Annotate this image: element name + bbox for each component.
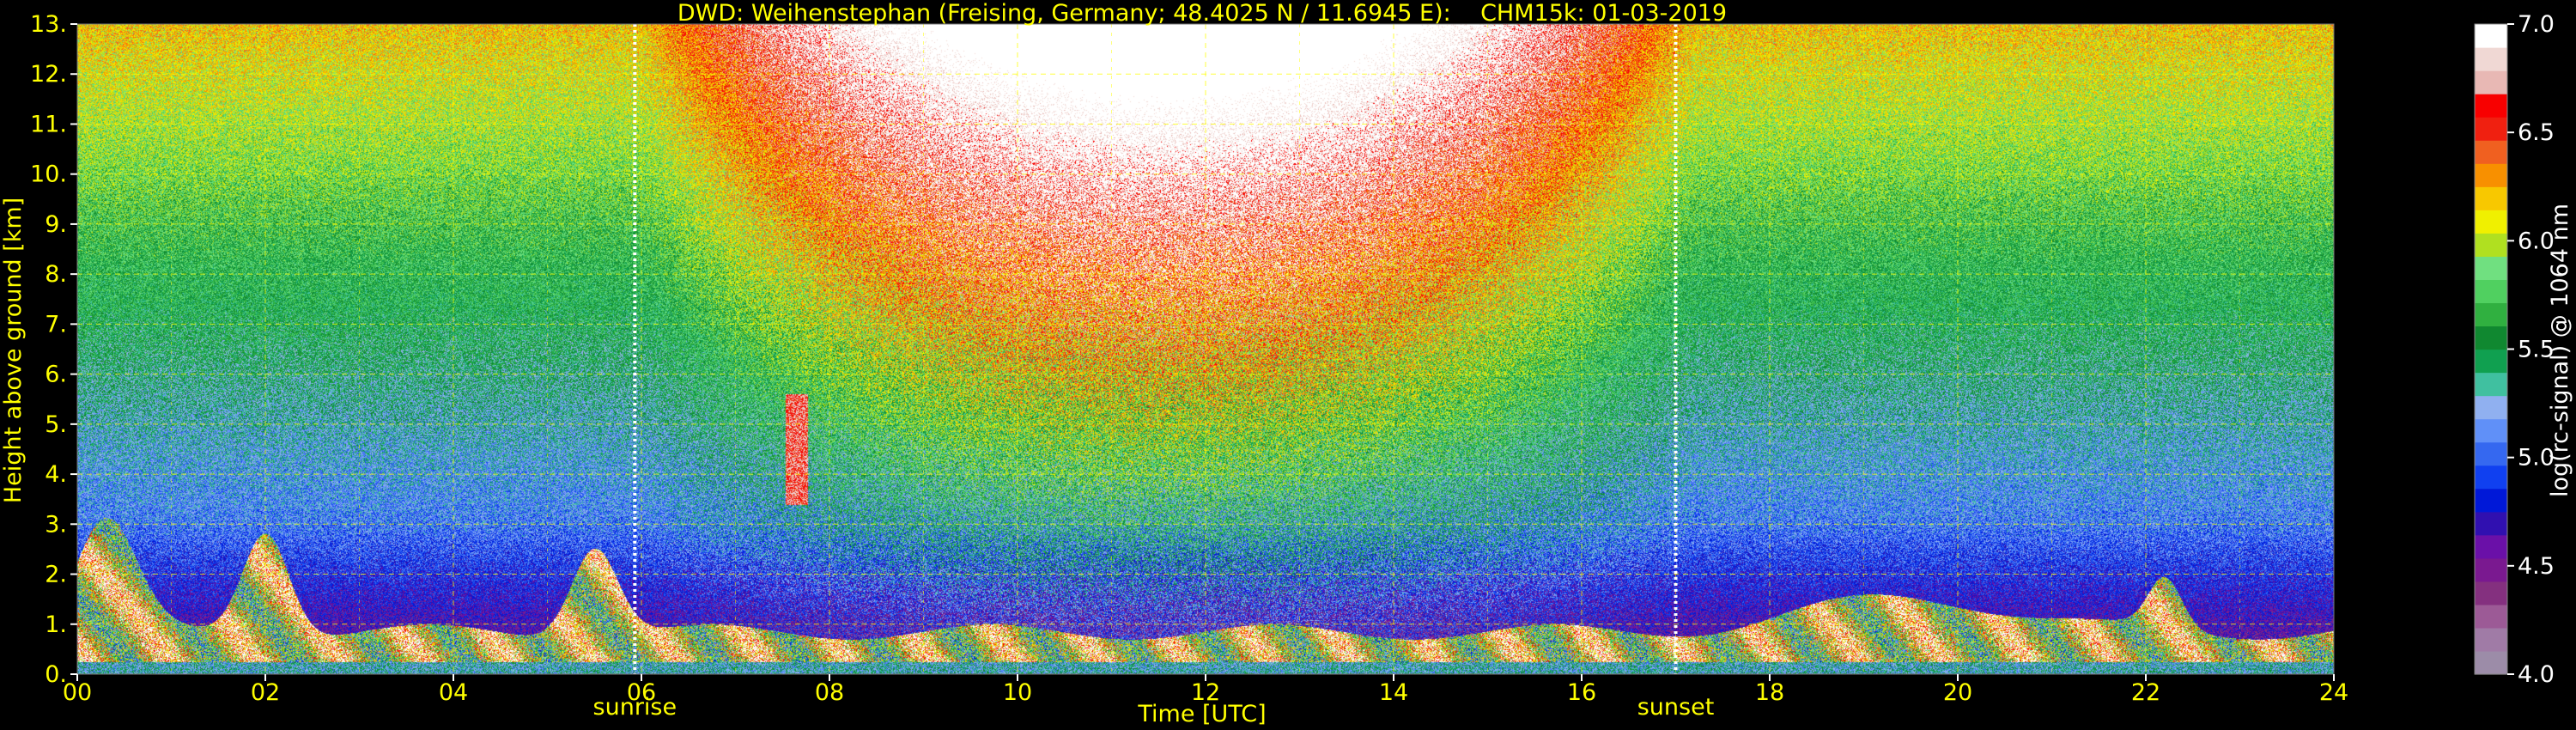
- colorbar-segment: [2475, 70, 2507, 94]
- colorbar-tick-label: 7.0: [2518, 11, 2555, 38]
- colorbar-segment: [2475, 627, 2507, 652]
- colorbar-segment: [2475, 441, 2507, 466]
- x-tick-label: 18: [1755, 679, 1784, 706]
- y-tick-label: 10.: [30, 161, 67, 188]
- x-tick-label: 00: [63, 679, 92, 706]
- x-axis-title: Time [UTC]: [1137, 701, 1266, 727]
- y-axis-title: Height above ground [km]: [0, 198, 27, 503]
- colorbar-segment: [2475, 650, 2507, 675]
- colorbar-segment: [2475, 163, 2507, 187]
- y-tick-label: 9.: [45, 211, 67, 238]
- y-tick-label: 8.: [45, 261, 67, 288]
- colorbar-segment: [2475, 47, 2507, 71]
- colorbar-segment: [2475, 210, 2507, 234]
- colorbar-segment: [2475, 233, 2507, 257]
- colorbar-segment: [2475, 557, 2507, 582]
- colorbar-tick-label: 4.0: [2518, 661, 2555, 688]
- colorbar-segment: [2475, 581, 2507, 605]
- colorbar-segment: [2475, 395, 2507, 420]
- y-tick-label: 13.: [30, 11, 67, 38]
- sunset-label: sunset: [1637, 694, 1715, 721]
- y-tick-label: 12.: [30, 61, 67, 88]
- y-tick-label: 5.: [45, 411, 67, 438]
- x-tick-label: 14: [1379, 679, 1408, 706]
- colorbar-segment: [2475, 117, 2507, 141]
- colorbar-segment: [2475, 488, 2507, 513]
- colorbar-title: log(rc-signal) @ 1064 nm: [2547, 204, 2573, 497]
- x-tick-label: 20: [1943, 679, 1972, 706]
- x-tick-label: 10: [1003, 679, 1032, 706]
- y-tick-label: 7.: [45, 311, 67, 338]
- colorbar-segment: [2475, 279, 2507, 304]
- colorbar-segment: [2475, 24, 2507, 48]
- colorbar-segment: [2475, 418, 2507, 443]
- x-tick-label: 22: [2131, 679, 2160, 706]
- colorbar-segment: [2475, 94, 2507, 118]
- x-tick-label: 08: [815, 679, 844, 706]
- colorbar-segment: [2475, 302, 2507, 327]
- y-tick-label: 6.: [45, 362, 67, 388]
- y-tick-label: 3.: [45, 511, 67, 538]
- colorbar-segment: [2475, 186, 2507, 210]
- colorbar-tick-label: 4.5: [2518, 553, 2555, 580]
- colorbar-segment: [2475, 604, 2507, 629]
- colorbar-segment: [2475, 325, 2507, 350]
- x-tick-label: 24: [2319, 679, 2348, 706]
- x-tick-label: 02: [251, 679, 280, 706]
- colorbar-segment: [2475, 256, 2507, 280]
- x-tick-label: 16: [1567, 679, 1596, 706]
- y-tick-label: 1.: [45, 611, 67, 638]
- colorbar-segment: [2475, 349, 2507, 374]
- y-tick-label: 4.: [45, 461, 67, 488]
- colorbar-segment: [2475, 534, 2507, 559]
- chart-title: DWD: Weihenstephan (Freising, Germany; 4…: [677, 0, 1727, 27]
- y-tick-label: 2.: [45, 562, 67, 588]
- colorbar-segment: [2475, 372, 2507, 397]
- colorbar-segment: [2475, 465, 2507, 490]
- y-tick-label: 11.: [30, 111, 67, 137]
- colorbar-tick-label: 6.5: [2518, 119, 2555, 146]
- x-tick-label: 06: [627, 679, 656, 706]
- x-tick-label: 04: [439, 679, 468, 706]
- ceilometer-chart: sunrise sunset 0.1.2.3.4.5.6.7.8.9.10.11.…: [0, 0, 2576, 730]
- colorbar-segment: [2475, 511, 2507, 536]
- colorbar-segment: [2475, 140, 2507, 164]
